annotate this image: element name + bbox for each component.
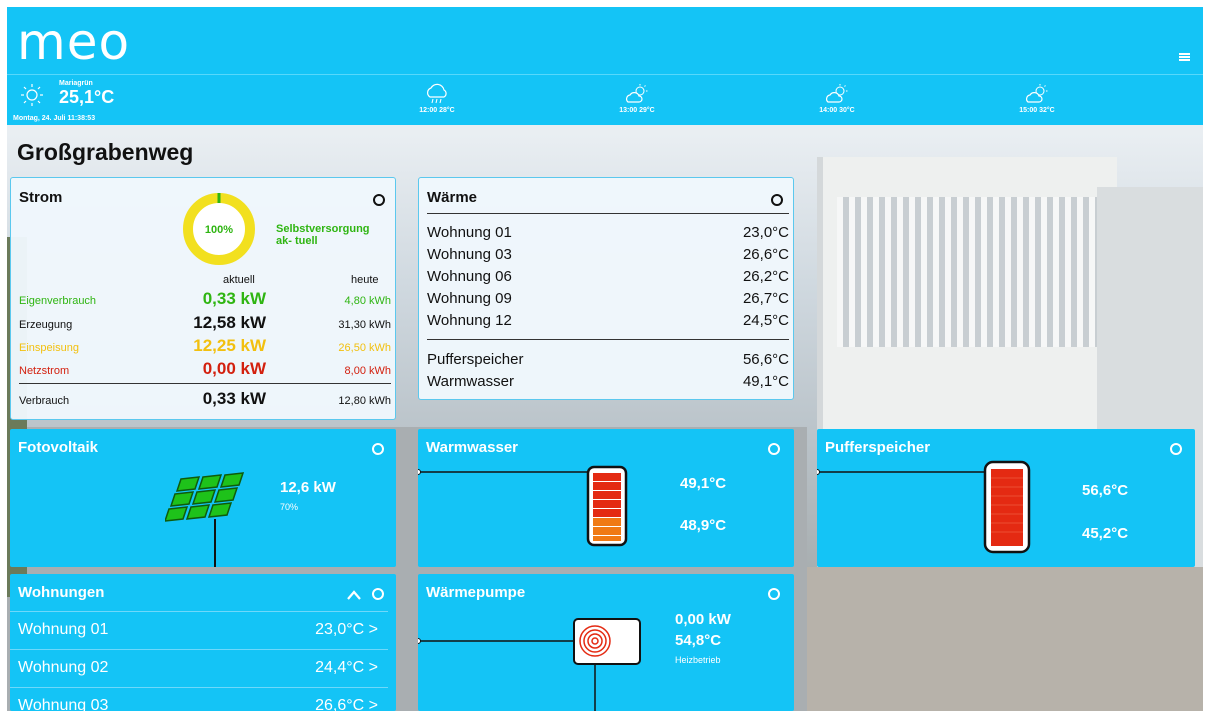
puffer-bottom-temp: 45,2°C bbox=[1082, 525, 1129, 542]
waerme-row: Wohnung 06 26,2°C bbox=[427, 268, 789, 285]
strom-row-einspeisung: Einspeisung 12,25 kW 26,50 kWh bbox=[19, 336, 391, 355]
forecast-item: 15:00 32°C bbox=[1007, 79, 1067, 114]
divider bbox=[427, 213, 789, 214]
partly-sunny-icon bbox=[1026, 84, 1048, 103]
solar-panel-icon bbox=[165, 472, 245, 567]
refresh-icon[interactable] bbox=[771, 194, 783, 206]
divider bbox=[19, 383, 391, 384]
warmwasser-top-temp: 49,1°C bbox=[680, 475, 727, 492]
cloud-rain-icon bbox=[427, 83, 447, 104]
strom-card: Strom 100% Selbstversorgung ak- tuell ak… bbox=[10, 177, 396, 420]
page-title: Großgrabenweg bbox=[17, 139, 194, 165]
app-frame: meo Mariagrün 25,1°C Montag, 24. Juli 11… bbox=[7, 7, 1203, 711]
warmwasser-card: Warmwasser 49,1°C 48,9°C bbox=[418, 429, 794, 567]
chevron-up-icon[interactable] bbox=[347, 590, 361, 600]
divider bbox=[427, 339, 789, 340]
sun-icon bbox=[21, 84, 43, 106]
fotovoltaik-card: Fotovoltaik 12,6 kW 70% bbox=[10, 429, 396, 567]
weather-bar: Mariagrün 25,1°C Montag, 24. Juli 11:38:… bbox=[7, 74, 1203, 125]
refresh-icon[interactable] bbox=[372, 588, 384, 600]
autarky-percent: 100% bbox=[205, 224, 233, 236]
strom-title: Strom bbox=[19, 189, 63, 206]
list-item[interactable]: Wohnung 01 23,0°C > bbox=[10, 611, 388, 649]
heat-pump-diagram bbox=[418, 618, 641, 711]
strom-row-verbrauch: Verbrauch 0,33 kW 12,80 kWh bbox=[19, 389, 391, 408]
waerme-row: Wohnung 12 24,5°C bbox=[427, 312, 789, 329]
waermepumpe-card: Wärmepumpe 0,00 kW 54,8°C Heizbetrieb bbox=[418, 574, 794, 711]
heatpump-temp: 54,8°C bbox=[675, 632, 722, 649]
heatpump-power: 0,00 kW bbox=[675, 611, 731, 628]
forecast-label: 12:00 28°C bbox=[419, 107, 455, 114]
strom-row-erzeugung: Erzeugung 12,58 kW 31,30 kWh bbox=[19, 313, 391, 332]
heatpump-mode: Heizbetrieb bbox=[675, 655, 721, 665]
partly-sunny-icon bbox=[826, 84, 848, 103]
forecast-label: 13:00 29°C bbox=[619, 107, 655, 114]
wohnungen-card: Wohnungen Wohnung 01 23,0°C > Wohnung 02… bbox=[10, 574, 396, 711]
weather-location: Mariagrün bbox=[59, 80, 93, 87]
pv-power: 12,6 kW bbox=[280, 479, 336, 496]
refresh-icon[interactable] bbox=[372, 443, 384, 455]
pv-percent: 70% bbox=[280, 502, 299, 512]
pufferspeicher-card: Pufferspeicher 56,6°C 45,2°C bbox=[817, 429, 1195, 567]
warmwasser-bottom-temp: 48,9°C bbox=[680, 517, 727, 534]
waerme-row: Wohnung 01 23,0°C bbox=[427, 224, 789, 241]
autarky-gauge: 100% bbox=[183, 193, 255, 265]
waerme-row: Wohnung 09 26,7°C bbox=[427, 290, 789, 307]
forecast-label: 15:00 32°C bbox=[1019, 107, 1055, 114]
weather-datetime: Montag, 24. Juli 11:38:53 bbox=[13, 115, 96, 122]
strom-row-netzstrom: Netzstrom 0,00 kW 8,00 kWh bbox=[19, 359, 391, 378]
partly-sunny-icon bbox=[626, 84, 648, 103]
forecast-label: 14:00 30°C bbox=[819, 107, 855, 114]
forecast-item: 12:00 28°C bbox=[407, 79, 467, 114]
warmwater-tank-diagram bbox=[418, 465, 628, 547]
waerme-row: Wohnung 03 26,6°C bbox=[427, 246, 789, 263]
refresh-icon[interactable] bbox=[373, 194, 385, 206]
list-item[interactable]: Wohnung 03 26,6°C > bbox=[10, 687, 388, 711]
puffer-top-temp: 56,6°C bbox=[1082, 482, 1129, 499]
list-item[interactable]: Wohnung 02 24,4°C > bbox=[10, 649, 388, 687]
autarky-label: Selbstversorgung ak- tuell bbox=[276, 223, 370, 247]
forecast-item: 13:00 29°C bbox=[607, 79, 667, 114]
waerme-row: Pufferspeicher 56,6°C bbox=[427, 351, 789, 368]
waerme-card: Wärme Wohnung 01 23,0°C Wohnung 03 26,6°… bbox=[418, 177, 794, 400]
hamburger-menu-icon[interactable] bbox=[1179, 53, 1190, 61]
forecast-item: 14:00 30°C bbox=[807, 79, 867, 114]
meo-logo: meo bbox=[17, 13, 131, 71]
column-today-header: heute bbox=[351, 274, 379, 286]
fotovoltaik-title: Fotovoltaik bbox=[18, 439, 99, 456]
waerme-title: Wärme bbox=[427, 189, 478, 206]
top-bar: meo bbox=[7, 7, 1203, 74]
weather-temperature: 25,1°C bbox=[59, 87, 115, 107]
buffer-tank-diagram bbox=[817, 460, 1031, 554]
column-now-header: aktuell bbox=[223, 274, 255, 286]
waerme-row: Warmwasser 49,1°C bbox=[427, 373, 789, 390]
strom-row-eigenverbrauch: Eigenverbrauch 0,33 kW 4,80 kWh bbox=[19, 289, 391, 308]
wohnungen-title: Wohnungen bbox=[18, 584, 105, 601]
